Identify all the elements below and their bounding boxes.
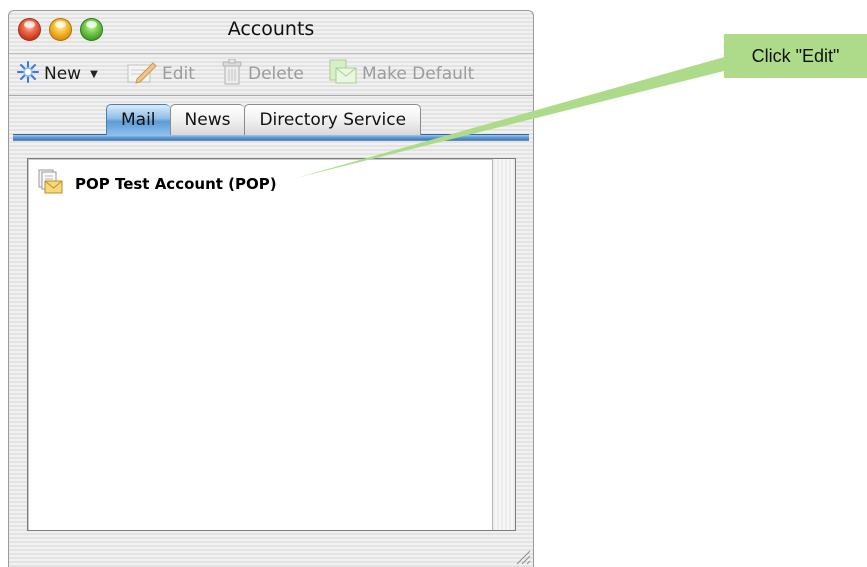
- tab-bar: Mail News Directory Service: [9, 95, 533, 159]
- list-item[interactable]: POP Test Account (POP): [37, 169, 277, 199]
- resize-grip-icon[interactable]: [513, 547, 531, 565]
- accounts-window: Accounts New ▼ Edit Delete Make Default …: [8, 10, 534, 567]
- trash-icon: [221, 58, 243, 90]
- edit-button-label: Edit: [162, 64, 195, 84]
- delete-button[interactable]: Delete: [221, 58, 304, 90]
- new-button[interactable]: New ▼: [17, 60, 98, 88]
- new-button-label: New: [44, 64, 82, 84]
- title-bar[interactable]: Accounts: [9, 11, 533, 49]
- new-sparkle-icon: [17, 60, 39, 88]
- tab-group: Mail News Directory Service: [106, 104, 422, 135]
- make-default-icon: [329, 59, 357, 90]
- window-title: Accounts: [227, 18, 315, 40]
- annotation-text: Click "Edit": [751, 45, 840, 66]
- annotation-callout: Click "Edit": [724, 34, 867, 78]
- chevron-down-icon[interactable]: ▼: [90, 69, 98, 80]
- toolbar: New ▼ Edit Delete Make Default: [9, 53, 533, 93]
- make-default-button-label: Make Default: [362, 64, 475, 84]
- make-default-button[interactable]: Make Default: [329, 59, 475, 90]
- scrollbar-track[interactable]: [492, 159, 515, 530]
- delete-button-label: Delete: [248, 64, 304, 84]
- edit-button[interactable]: Edit: [127, 61, 195, 87]
- tab-divider: [13, 134, 529, 141]
- account-name: POP Test Account (POP): [75, 175, 277, 193]
- tab-news[interactable]: News: [169, 104, 245, 135]
- edit-icon: [127, 60, 157, 89]
- accounts-list[interactable]: POP Test Account (POP): [27, 158, 516, 531]
- mail-account-icon: [37, 169, 63, 199]
- tab-mail[interactable]: Mail: [106, 104, 170, 135]
- tab-directory-service[interactable]: Directory Service: [244, 104, 422, 135]
